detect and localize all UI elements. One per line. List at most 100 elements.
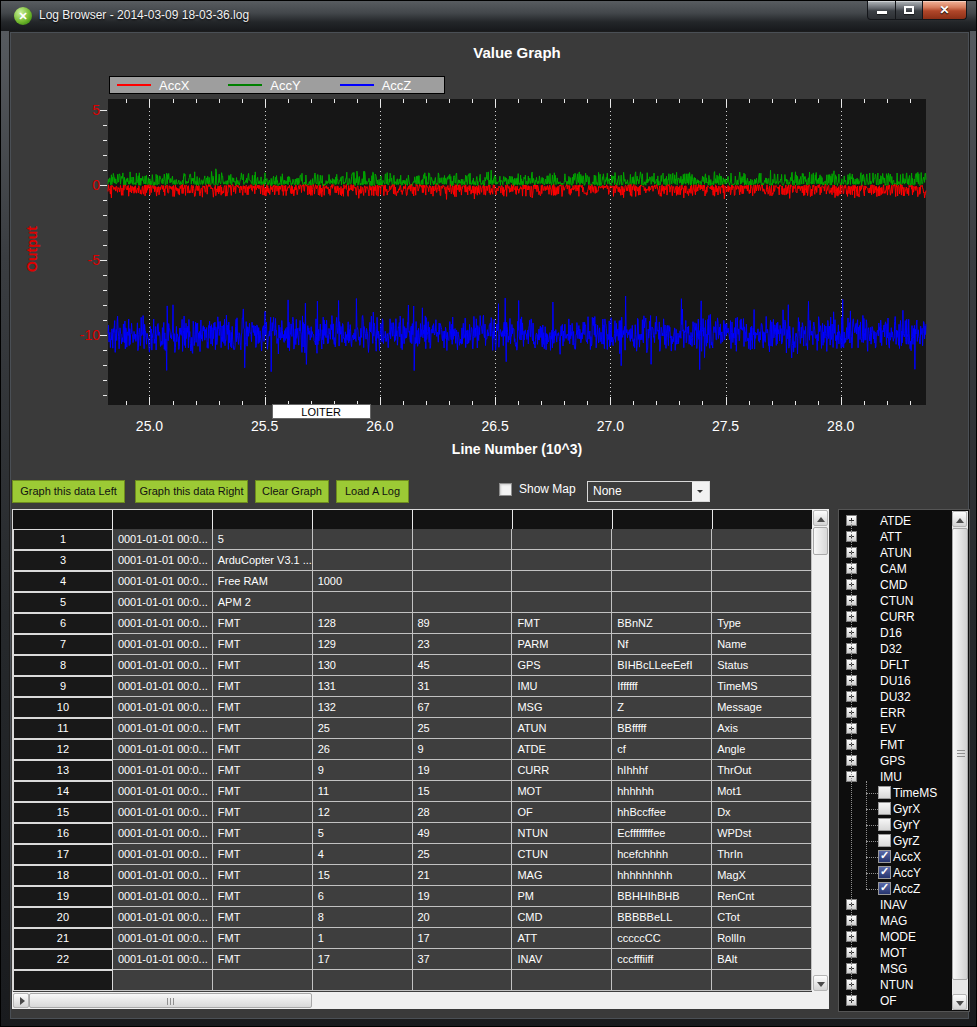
table-row[interactable]: 120001-01-01 00:0...FMT269ATDEcfAngle: [13, 739, 812, 760]
table-cell[interactable]: 8: [313, 907, 413, 928]
table-cell[interactable]: OF: [512, 802, 612, 823]
table-row[interactable]: 70001-01-01 00:0...FMT12923PARMNfName: [13, 634, 812, 655]
table-cell[interactable]: 31: [413, 676, 513, 697]
grid-horizontal-scrollbar[interactable]: [12, 992, 829, 1009]
table-row[interactable]: 90001-01-01 00:0...FMT13131IMUIffffffTim…: [13, 676, 812, 697]
table-cell[interactable]: BIHBcLLeeEefI: [612, 655, 712, 676]
row-header[interactable]: 11: [13, 718, 113, 739]
table-cell[interactable]: 15: [413, 781, 513, 802]
table-cell[interactable]: 28: [413, 802, 513, 823]
table-cell[interactable]: [413, 592, 513, 613]
table-cell[interactable]: FMT: [213, 655, 313, 676]
tree-item-err[interactable]: ERR: [839, 705, 949, 721]
column-header[interactable]: [713, 510, 813, 529]
table-cell[interactable]: FMT: [213, 718, 313, 739]
table-cell[interactable]: hhhhhhhhh: [612, 865, 712, 886]
tree-item-ev[interactable]: EV: [839, 721, 949, 737]
table-cell[interactable]: 1000: [313, 571, 413, 592]
table-cell[interactable]: FMT: [213, 928, 313, 949]
row-header[interactable]: 12: [13, 739, 113, 760]
tree-child-accy[interactable]: AccY: [839, 865, 949, 881]
tree-item-ctun[interactable]: CTUN: [839, 593, 949, 609]
table-cell[interactable]: 0001-01-01 00:0...: [113, 571, 213, 592]
tree-scrollbar[interactable]: [952, 511, 968, 1010]
table-cell[interactable]: ATDE: [512, 739, 612, 760]
table-cell[interactable]: CTot: [712, 907, 812, 928]
table-row[interactable]: 200001-01-01 00:0...FMT820CMDBBBBBeLLCTo…: [13, 907, 812, 928]
table-cell[interactable]: 128: [313, 613, 413, 634]
column-header[interactable]: [313, 510, 413, 529]
table-cell[interactable]: 0001-01-01 00:0...: [113, 529, 213, 550]
table-cell[interactable]: 0001-01-01 00:0...: [113, 949, 213, 970]
table-cell[interactable]: FMT: [213, 676, 313, 697]
row-header[interactable]: 4: [13, 571, 113, 592]
table-cell[interactable]: BBfffff: [612, 718, 712, 739]
table-row[interactable]: 220001-01-01 00:0...FMT1737INAVcccfffiif…: [13, 949, 812, 970]
table-cell[interactable]: hcefchhhh: [612, 844, 712, 865]
table-cell[interactable]: 11: [313, 781, 413, 802]
table-cell[interactable]: 0001-01-01 00:0...: [113, 907, 213, 928]
table-cell[interactable]: ATT: [512, 928, 612, 949]
table-cell[interactable]: [512, 529, 612, 550]
table-row[interactable]: 160001-01-01 00:0...FMT549NTUNEcffffffff…: [13, 823, 812, 844]
table-cell[interactable]: cccccCC: [612, 928, 712, 949]
table-cell[interactable]: CMD: [512, 907, 612, 928]
table-cell[interactable]: 19: [413, 760, 513, 781]
table-cell[interactable]: 131: [313, 676, 413, 697]
tree-item-mag[interactable]: MAG: [839, 913, 949, 929]
table-cell[interactable]: [612, 571, 712, 592]
table-cell[interactable]: [612, 529, 712, 550]
table-cell[interactable]: 0001-01-01 00:0...: [113, 697, 213, 718]
map-type-select[interactable]: None: [587, 481, 710, 502]
scroll-right-button[interactable]: [13, 993, 29, 1008]
table-cell[interactable]: APM 2: [213, 592, 313, 613]
table-cell[interactable]: 1: [313, 928, 413, 949]
checkbox-accy[interactable]: [878, 866, 891, 879]
button-graph-this-data-left[interactable]: Graph this data Left: [12, 480, 125, 503]
row-header[interactable]: 19: [13, 886, 113, 907]
table-cell[interactable]: 0001-01-01 00:0...: [113, 613, 213, 634]
table-cell[interactable]: RenCnt: [712, 886, 812, 907]
table-cell[interactable]: [512, 592, 612, 613]
table-cell[interactable]: [313, 529, 413, 550]
table-cell[interactable]: [712, 550, 812, 571]
column-header[interactable]: [13, 510, 113, 529]
table-cell[interactable]: [612, 550, 712, 571]
table-row[interactable]: 170001-01-01 00:0...FMT425CTUNhcefchhhhT…: [13, 844, 812, 865]
vertical-scroll-thumb[interactable]: [813, 527, 828, 555]
scroll-up-button[interactable]: [813, 510, 828, 526]
row-header[interactable]: 21: [13, 928, 113, 949]
row-header[interactable]: 10: [13, 697, 113, 718]
row-header[interactable]: 18: [13, 865, 113, 886]
plot-area[interactable]: [108, 99, 926, 405]
title-bar[interactable]: ✕ Log Browser - 2014-03-09 18-03-36.log …: [1, 1, 976, 31]
row-header[interactable]: 20: [13, 907, 113, 928]
table-cell[interactable]: ThrIn: [712, 844, 812, 865]
scroll-down-button[interactable]: [813, 975, 828, 991]
table-cell[interactable]: BAlt: [712, 949, 812, 970]
table-cell[interactable]: [512, 550, 612, 571]
table-cell[interactable]: 89: [413, 613, 513, 634]
table-cell[interactable]: [413, 550, 513, 571]
table-cell[interactable]: [712, 529, 812, 550]
table-cell[interactable]: Type: [712, 613, 812, 634]
table-row[interactable]: 80001-01-01 00:0...FMT13045GPSBIHBcLLeeE…: [13, 655, 812, 676]
tree-item-d16[interactable]: D16: [839, 625, 949, 641]
table-cell[interactable]: FMT: [213, 760, 313, 781]
table-cell[interactable]: BBnNZ: [612, 613, 712, 634]
column-header[interactable]: [513, 510, 613, 529]
button-graph-this-data-right[interactable]: Graph this data Right: [135, 480, 248, 503]
table-cell[interactable]: Mot1: [712, 781, 812, 802]
tree-child-accz[interactable]: AccZ: [839, 881, 949, 897]
row-header[interactable]: 7: [13, 634, 113, 655]
row-header[interactable]: 3: [13, 550, 113, 571]
tree-scroll-up-button[interactable]: [952, 511, 967, 527]
chevron-down-icon[interactable]: [692, 482, 709, 501]
column-header[interactable]: [113, 510, 213, 529]
checkbox-accx[interactable]: [878, 850, 891, 863]
tree-item-curr[interactable]: CURR: [839, 609, 949, 625]
table-cell[interactable]: 0001-01-01 00:0...: [113, 739, 213, 760]
table-cell[interactable]: FMT: [213, 697, 313, 718]
minimize-button[interactable]: [867, 1, 896, 20]
table-cell[interactable]: hhBccffee: [612, 802, 712, 823]
